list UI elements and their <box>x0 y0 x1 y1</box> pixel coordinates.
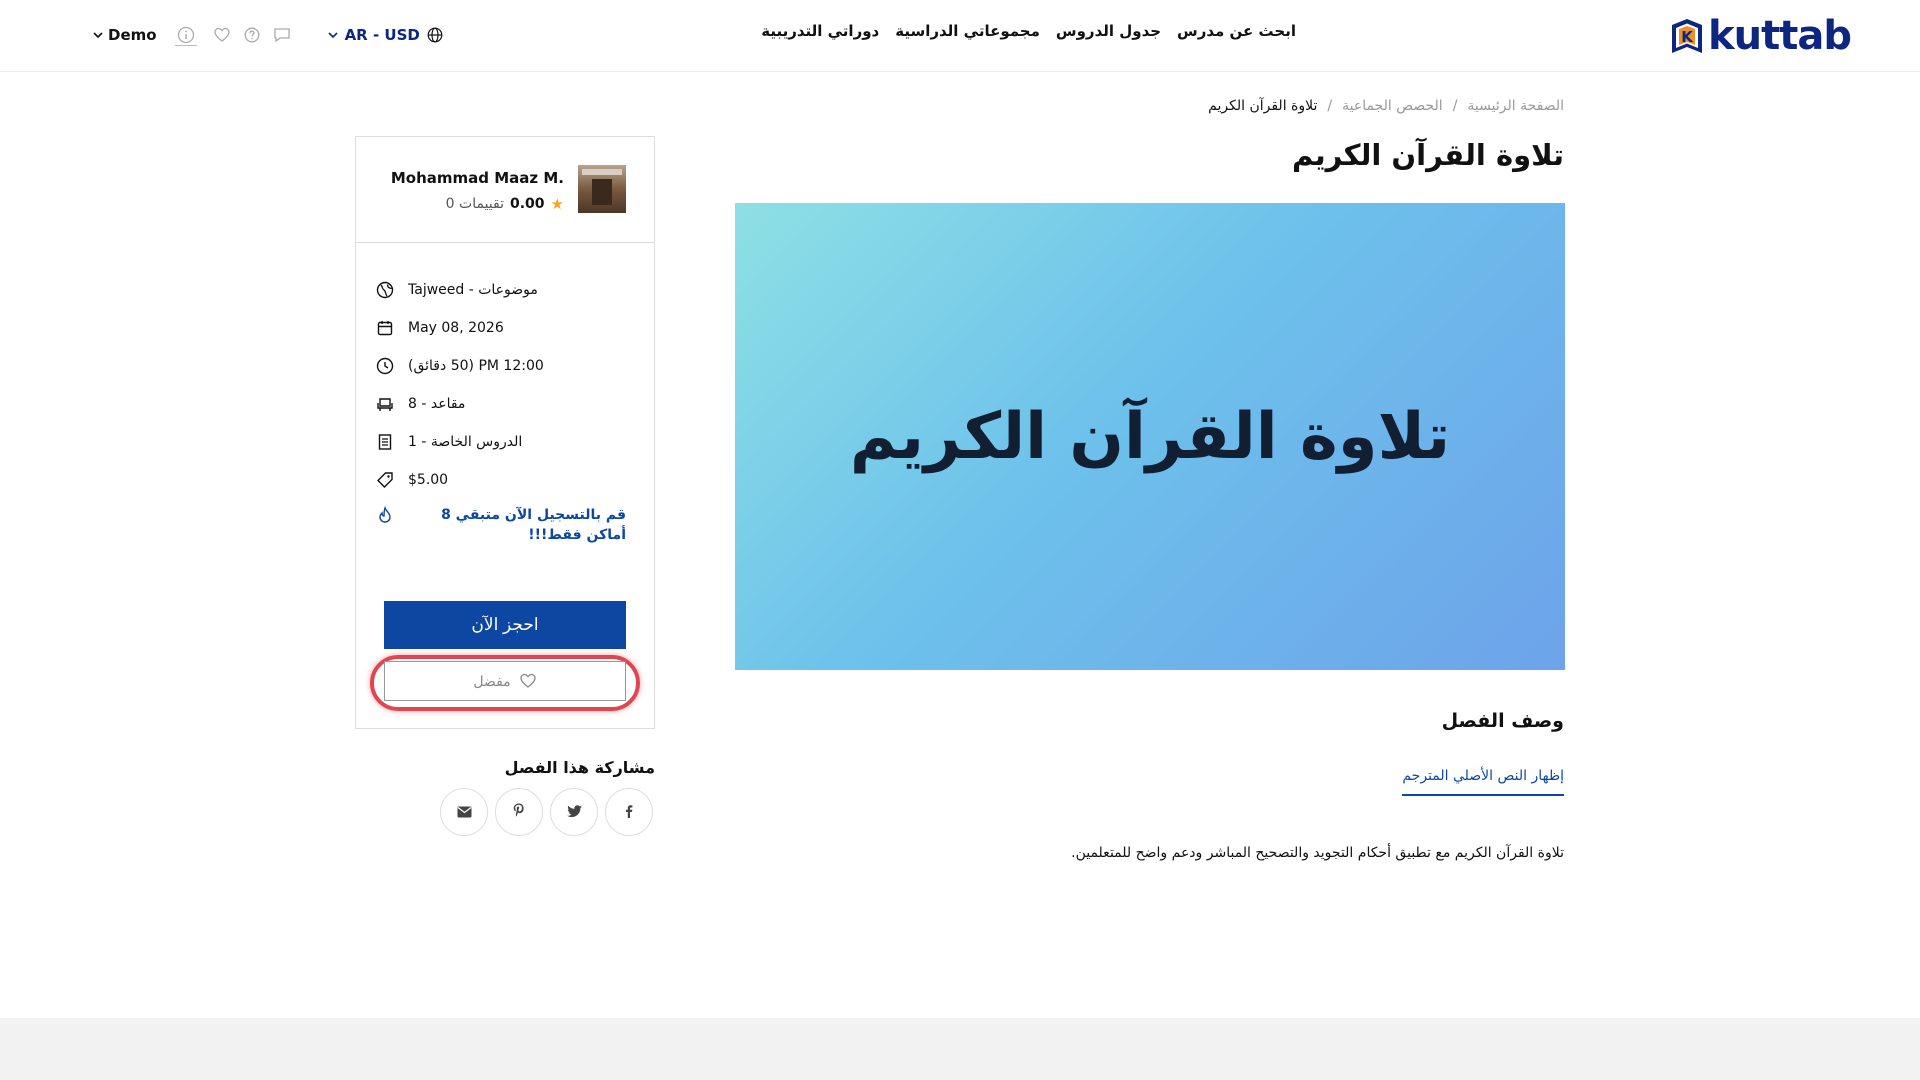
logo-letter: K <box>1681 28 1694 46</box>
detail-time-text: 12:00 PM (50 دقائق) <box>408 358 544 374</box>
heart-icon <box>519 672 537 690</box>
facebook-icon <box>622 803 636 822</box>
teacher-avatar[interactable] <box>578 165 626 213</box>
class-hero-image: تلاوة القرآن الكريم <box>735 203 1565 670</box>
detail-price-text: $5.00 <box>408 472 449 488</box>
breadcrumb-group-classes[interactable]: الحصص الجماعية <box>1342 98 1443 114</box>
breadcrumb-home[interactable]: الصفحة الرئيسية <box>1467 98 1564 114</box>
detail-seats-text: مقاعد - 8 <box>408 396 466 412</box>
teacher-summary: Mohammad Maaz M. ★ 0.00 0 تقييمات <box>356 137 654 243</box>
calendar-icon <box>376 319 394 337</box>
favorite-button[interactable]: مفضل <box>384 661 626 701</box>
breadcrumb-current: تلاوة القرآن الكريم <box>1208 98 1318 114</box>
logo-text: kuttab <box>1708 13 1852 59</box>
class-description: تلاوة القرآن الكريم مع تطبيق أحكام التجو… <box>1071 845 1564 861</box>
flame-icon <box>376 506 394 524</box>
nav-lesson-schedule[interactable]: جدول الدروس <box>1056 22 1161 40</box>
main-nav: ابحث عن مدرس جدول الدروس مجموعاتي الدراس… <box>761 22 1296 40</box>
detail-topic: موضوعات - Tajweed <box>376 271 626 309</box>
hero-title: تلاوة القرآن الكريم <box>849 399 1451 474</box>
show-original-text-link[interactable]: إظهار النص الأصلي المترجم <box>1402 768 1564 796</box>
nav-my-study-groups[interactable]: مجموعاتي الدراسية <box>895 22 1040 40</box>
detail-time: 12:00 PM (50 دقائق) <box>376 347 626 385</box>
chevron-down-icon <box>327 24 339 46</box>
class-details: موضوعات - Tajweed May 08, 2026 12:00 PM … <box>376 271 626 545</box>
share-email-button[interactable] <box>440 788 488 836</box>
rating-count: 0 تقييمات <box>445 196 504 212</box>
nav-find-teacher[interactable]: ابحث عن مدرس <box>1177 22 1296 40</box>
price-tag-icon <box>376 471 394 489</box>
info-icon[interactable] <box>174 24 197 46</box>
star-icon: ★ <box>550 195 564 213</box>
detail-lessons-text: الدروس الخاصة - 1 <box>408 434 523 450</box>
detail-date: May 08, 2026 <box>376 309 626 347</box>
nav-my-courses[interactable]: دوراتي التدريبية <box>761 22 879 40</box>
detail-date-text: May 08, 2026 <box>408 320 504 336</box>
detail-lessons: الدروس الخاصة - 1 <box>376 423 626 461</box>
detail-seats: مقاعد - 8 <box>376 385 626 423</box>
clock-icon <box>376 357 394 375</box>
teacher-rating: ★ 0.00 0 تقييمات <box>446 195 564 213</box>
globe-icon <box>376 281 394 299</box>
pinterest-icon <box>513 803 525 822</box>
booking-card: Mohammad Maaz M. ★ 0.00 0 تقييمات موضوعا… <box>355 136 655 729</box>
header-tools: Demo AR - USD <box>92 22 444 48</box>
top-navigation-bar: K kuttab ابحث عن مدرس جدول الدروس مجموعا… <box>0 0 1920 72</box>
chat-icon[interactable] <box>271 24 293 46</box>
kuttab-logo[interactable]: K kuttab <box>1668 13 1852 59</box>
email-icon <box>457 803 472 822</box>
share-title: مشاركة هذا الفصل <box>504 758 655 777</box>
share-twitter-button[interactable] <box>550 788 598 836</box>
language-currency-selector[interactable]: AR - USD <box>327 24 444 46</box>
book-now-button[interactable]: احجز الآن <box>384 601 626 649</box>
breadcrumb-separator: / <box>1452 98 1458 114</box>
breadcrumb-separator: / <box>1327 98 1333 114</box>
detail-urgency-text: قم بالتسجيل الآن متبقي 8 أماكن فقط!!! <box>441 507 626 543</box>
kuttab-logo-mark-icon: K <box>1668 15 1706 57</box>
footer <box>0 1018 1920 1080</box>
heart-icon[interactable] <box>211 24 233 46</box>
twitter-icon <box>566 803 582 822</box>
detail-urgency: قم بالتسجيل الآن متبقي 8 أماكن فقط!!! <box>376 499 626 545</box>
share-buttons <box>440 788 653 836</box>
description-title: وصف الفصل <box>1441 710 1564 732</box>
share-pinterest-button[interactable] <box>495 788 543 836</box>
help-icon[interactable] <box>241 24 263 46</box>
detail-price: $5.00 <box>376 461 626 499</box>
globe-icon <box>426 24 444 46</box>
chevron-down-icon <box>92 24 104 46</box>
breadcrumb: الصفحة الرئيسية / الحصص الجماعية / تلاوة… <box>1208 98 1564 114</box>
page-title: تلاوة القرآن الكريم <box>1291 138 1564 172</box>
detail-topic-text: موضوعات - Tajweed <box>408 282 538 298</box>
teacher-name[interactable]: Mohammad Maaz M. <box>391 169 564 187</box>
user-menu[interactable]: Demo <box>92 24 157 46</box>
share-facebook-button[interactable] <box>605 788 653 836</box>
document-icon <box>376 433 394 451</box>
rating-score: 0.00 <box>510 196 545 212</box>
language-currency-label: AR - USD <box>344 26 420 44</box>
user-name: Demo <box>108 26 157 44</box>
favorite-label: مفضل <box>473 672 511 689</box>
seat-icon <box>376 395 394 413</box>
